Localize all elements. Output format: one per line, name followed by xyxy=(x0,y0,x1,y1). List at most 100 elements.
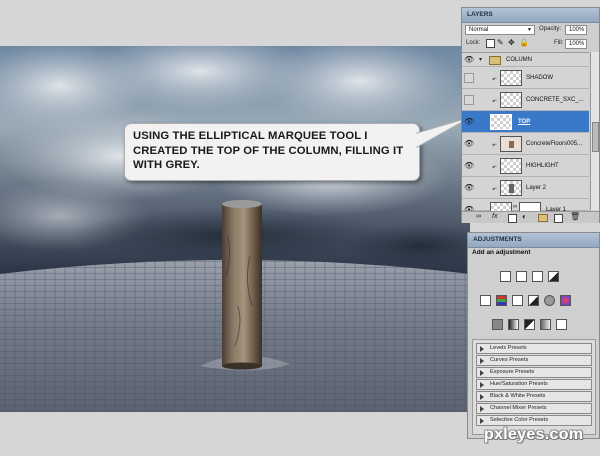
layer-thumbnail xyxy=(500,70,522,86)
channel-mixer-icon[interactable] xyxy=(560,295,571,306)
layers-list: 👁 ▾ COLUMN ⬐ SHADOW ⬐ CONCRETE_SXC_... 👁… xyxy=(462,52,589,218)
instruction-callout: USING THE ELLIPTICAL MARQUEE TOOL I CREA… xyxy=(124,123,420,181)
eye-icon[interactable]: 👁 xyxy=(464,55,474,64)
layer-name: COLUMN xyxy=(506,57,533,63)
layer-thumbnail xyxy=(500,158,522,174)
callout-text: USING THE ELLIPTICAL MARQUEE TOOL I CREA… xyxy=(133,130,404,171)
preset-label: Black & White Presets xyxy=(490,393,546,399)
layer-row-layer1[interactable]: 👁 ∞ Layer 1 xyxy=(462,199,589,218)
blend-mode-select[interactable]: Normal ▼ xyxy=(465,25,535,35)
layers-scrollbar[interactable] xyxy=(590,52,599,210)
site-watermark: pxleyes.com xyxy=(484,426,584,443)
layer-row-top[interactable]: 👁 TOP xyxy=(462,111,589,133)
adjustments-tab[interactable]: ADJUSTMENTS xyxy=(468,233,599,248)
fill-label: Fill: xyxy=(554,40,564,46)
expand-triangle-icon xyxy=(480,346,484,352)
gradient-map-icon[interactable] xyxy=(540,319,551,330)
layer-style-icon[interactable]: fx xyxy=(492,213,497,220)
levels-icon[interactable] xyxy=(516,271,527,282)
new-layer-icon[interactable] xyxy=(554,214,563,223)
eye-icon[interactable]: 👁 xyxy=(464,183,474,192)
preset-levels[interactable]: Levels Presets xyxy=(476,343,592,354)
brightness-icon[interactable] xyxy=(500,271,511,282)
clip-link-icon: ⬐ xyxy=(492,76,498,82)
move-icon[interactable]: ✥ xyxy=(508,38,515,47)
chevron-down-icon: ▼ xyxy=(527,27,532,33)
adjustments-panel: ADJUSTMENTS Add an adjustment Levels Pre… xyxy=(467,232,600,439)
link-layers-icon[interactable]: ∞ xyxy=(476,213,481,220)
layers-tab[interactable]: LAYERS xyxy=(462,8,599,23)
preset-channel-mixer[interactable]: Channel Mixer Presets xyxy=(476,403,592,414)
new-group-icon[interactable] xyxy=(538,214,548,222)
scrollbar-thumb[interactable] xyxy=(592,122,599,152)
hue-saturation-icon[interactable] xyxy=(496,295,507,306)
expand-triangle-icon xyxy=(480,370,484,376)
preset-black-white[interactable]: Black & White Presets xyxy=(476,391,592,402)
expand-triangle-icon xyxy=(480,358,484,364)
trash-icon[interactable]: 🗑 xyxy=(570,212,580,221)
preset-label: Channel Mixer Presets xyxy=(490,405,547,411)
canvas-artwork xyxy=(0,46,470,412)
fill-input[interactable]: 100% xyxy=(565,39,587,49)
chevron-down-icon[interactable]: ▾ xyxy=(479,56,482,63)
layer-row-shadow[interactable]: ⬐ SHADOW xyxy=(462,67,589,89)
document-canvas[interactable] xyxy=(0,46,470,412)
layer-thumbnail xyxy=(500,92,522,108)
vibrance-icon[interactable] xyxy=(480,295,491,306)
preset-selective-color[interactable]: Selective Color Presets xyxy=(476,415,592,426)
selective-color-icon[interactable] xyxy=(556,319,567,330)
photo-filter-icon[interactable] xyxy=(544,295,555,306)
curves-icon[interactable] xyxy=(532,271,543,282)
pillar-thumb-shape xyxy=(509,141,514,148)
preset-label: Selective Color Presets xyxy=(490,417,549,423)
posterize-icon[interactable] xyxy=(508,319,519,330)
invert-icon[interactable] xyxy=(492,319,503,330)
preset-hue-saturation[interactable]: Hue/Saturation Presets xyxy=(476,379,592,390)
layer-thumbnail xyxy=(500,136,522,152)
layer-row-concretefloors[interactable]: 👁 ⬐ ConcreteFloors005... xyxy=(462,133,589,155)
preset-label: Hue/Saturation Presets xyxy=(490,381,548,387)
opacity-label: Opacity: xyxy=(539,26,562,32)
lock-transparent-icon[interactable] xyxy=(486,39,495,48)
layer-name: Layer 2 xyxy=(526,185,547,191)
expand-triangle-icon xyxy=(480,406,484,412)
eye-icon[interactable]: 👁 xyxy=(464,161,474,170)
clip-link-icon: ⬐ xyxy=(492,164,498,170)
preset-label: Exposure Presets xyxy=(490,369,535,375)
layer-row-layer2[interactable]: 👁 ⬐ Layer 2 xyxy=(462,177,589,199)
brush-icon[interactable]: ✎ xyxy=(497,38,504,47)
preset-label: Levels Presets xyxy=(490,345,527,351)
pillar-thumb-shape xyxy=(509,184,514,193)
eye-icon[interactable]: 👁 xyxy=(464,139,474,148)
layer-row-highlight[interactable]: 👁 ⬐ HIGHLIGHT xyxy=(462,155,589,177)
clip-link-icon: ⬐ xyxy=(492,98,498,104)
layer-row-concrete[interactable]: ⬐ CONCRETE_SXC_... xyxy=(462,89,589,111)
preset-curves[interactable]: Curves Presets xyxy=(476,355,592,366)
layers-panel: LAYERS Normal ▼ Opacity: 100% Lock: ✎ ✥ … xyxy=(461,7,600,223)
clip-link-icon: ⬐ xyxy=(492,186,498,192)
adjustment-layer-icon[interactable]: ◐ xyxy=(522,212,527,221)
visibility-toggle[interactable] xyxy=(464,73,474,83)
threshold-icon[interactable] xyxy=(524,319,535,330)
layer-name: SHADOW xyxy=(526,75,553,81)
preset-exposure[interactable]: Exposure Presets xyxy=(476,367,592,378)
visibility-toggle[interactable] xyxy=(464,95,474,105)
eye-icon[interactable]: 👁 xyxy=(464,117,474,126)
layer-name: CONCRETE_SXC_... xyxy=(526,97,584,103)
layer-name: ConcreteFloors005... xyxy=(526,141,583,147)
exposure-icon[interactable] xyxy=(548,271,559,282)
black-white-icon[interactable] xyxy=(528,295,539,306)
preset-label: Curves Presets xyxy=(490,357,529,363)
color-balance-icon[interactable] xyxy=(512,295,523,306)
layer-thumbnail xyxy=(500,180,522,196)
layer-row-column-group[interactable]: 👁 ▾ COLUMN xyxy=(462,53,589,67)
opacity-input[interactable]: 100% xyxy=(565,25,587,35)
folder-icon xyxy=(489,56,501,65)
adjustments-heading: Add an adjustment xyxy=(472,249,531,256)
add-mask-icon[interactable] xyxy=(508,214,517,223)
lock-icon[interactable]: 🔒 xyxy=(519,38,529,47)
layer-thumbnail xyxy=(490,114,512,130)
expand-triangle-icon xyxy=(480,382,484,388)
lock-label: Lock: xyxy=(466,40,481,46)
clip-link-icon: ⬐ xyxy=(492,142,498,148)
